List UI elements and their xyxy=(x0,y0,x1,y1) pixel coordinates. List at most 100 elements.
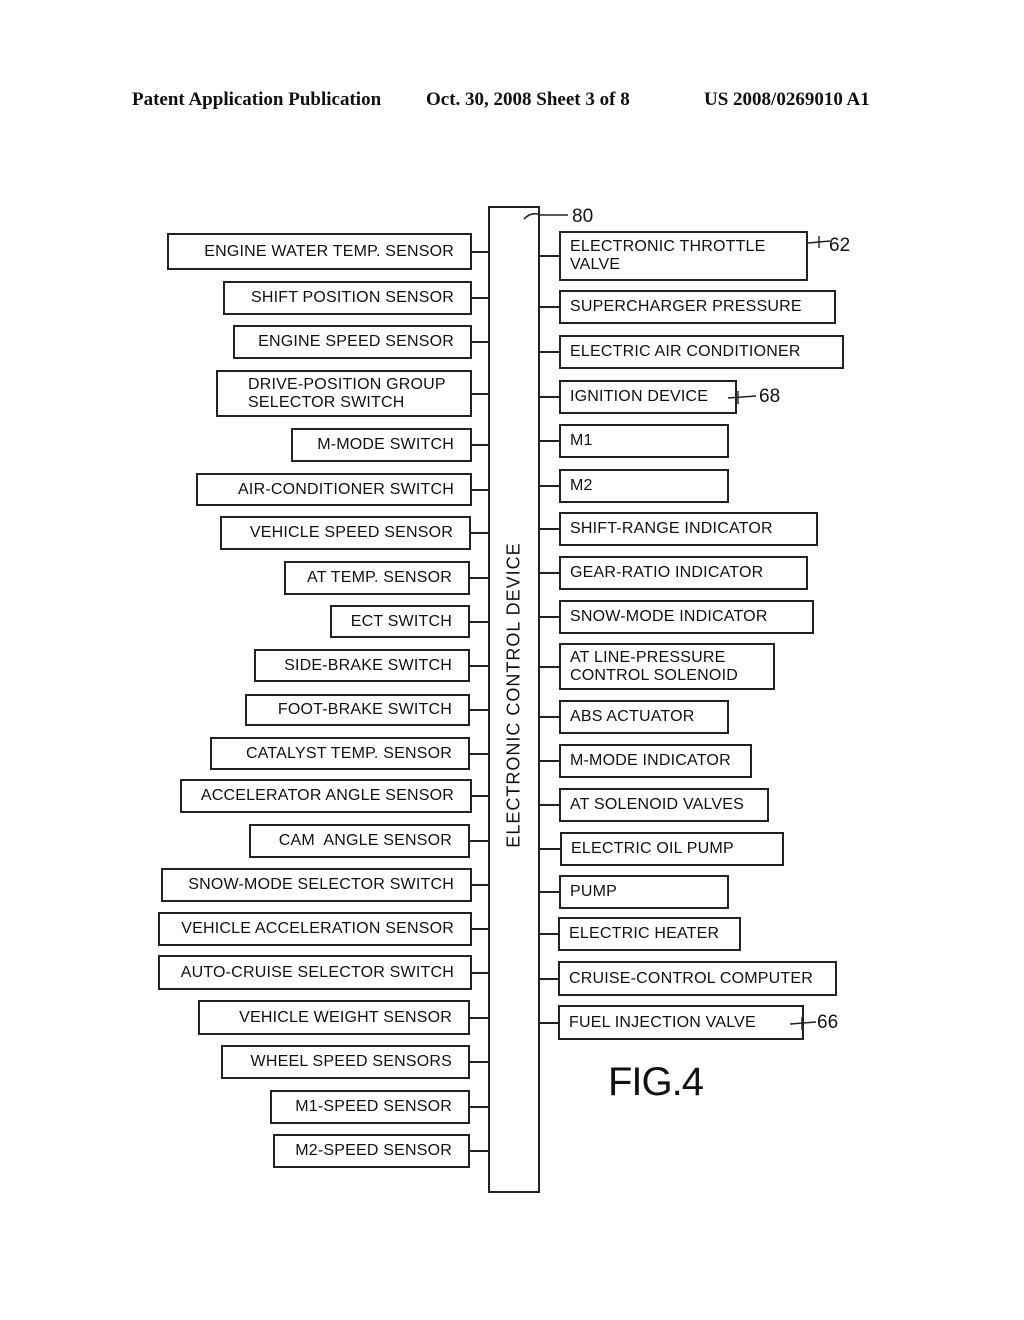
input-box-snow-mode-selector-switch: SNOW-MODE SELECTOR SWITCH xyxy=(161,868,472,902)
output-connector-line xyxy=(538,528,559,530)
output-label: SUPERCHARGER PRESSURE xyxy=(570,298,802,315)
output-label: GEAR-RATIO INDICATOR xyxy=(570,564,764,581)
input-box-shift-position-sensor: SHIFT POSITION SENSOR xyxy=(223,281,472,315)
output-connector-line xyxy=(538,616,559,618)
output-label: M-MODE INDICATOR xyxy=(570,752,731,769)
input-connector-line xyxy=(472,884,490,886)
input-box-catalyst-temp-sensor: CATALYST TEMP. SENSOR xyxy=(210,737,470,770)
output-box-m1: M1 xyxy=(559,424,729,458)
output-box-supercharger-pressure: SUPERCHARGER PRESSURE xyxy=(559,290,836,324)
output-label: ELECTRIC HEATER xyxy=(569,925,720,942)
input-box-vehicle-acceleration-sensor: VEHICLE ACCELERATION SENSOR xyxy=(158,912,472,946)
input-connector-line xyxy=(470,840,490,842)
input-box-m1-speed-sensor: M1-SPEED SENSOR xyxy=(270,1090,470,1124)
output-label: ELECTRIC OIL PUMP xyxy=(571,840,734,857)
input-box-m-mode-switch: M-MODE SWITCH xyxy=(291,428,472,462)
output-box-at-line-pressure-control-solenoid: AT LINE-PRESSURE CONTROL SOLENOID xyxy=(559,643,775,690)
input-label: DRIVE-POSITION GROUP SELECTOR SWITCH xyxy=(248,375,446,411)
input-label: ACCELERATOR ANGLE SENSOR xyxy=(200,787,454,804)
electronic-control-device-label: ELECTRONIC CONTROL DEVICE xyxy=(503,542,524,848)
output-connector-line xyxy=(538,933,558,935)
output-label: ELECTRIC AIR CONDITIONER xyxy=(570,343,801,360)
input-box-auto-cruise-selector-switch: AUTO-CRUISE SELECTOR SWITCH xyxy=(158,955,472,990)
output-connector-line xyxy=(538,978,558,980)
output-connector-line xyxy=(538,760,559,762)
input-box-accelerator-angle-sensor: ACCELERATOR ANGLE SENSOR xyxy=(180,779,472,813)
input-connector-line xyxy=(472,489,490,491)
input-box-drive-position-group-selector-switch: DRIVE-POSITION GROUP SELECTOR SWITCH xyxy=(216,370,472,417)
input-box-ect-switch: ECT SWITCH xyxy=(330,605,470,638)
input-connector-line xyxy=(472,444,490,446)
input-label: WHEEL SPEED SENSORS xyxy=(250,1053,452,1070)
output-label: AT LINE-PRESSURE CONTROL SOLENOID xyxy=(570,648,738,684)
output-box-electric-oil-pump: ELECTRIC OIL PUMP xyxy=(560,832,784,866)
output-box-pump: PUMP xyxy=(559,875,729,909)
output-box-electric-air-conditioner: ELECTRIC AIR CONDITIONER xyxy=(559,335,844,369)
input-label: FOOT-BRAKE SWITCH xyxy=(277,701,452,718)
publication-date-sheet: Oct. 30, 2008 Sheet 3 of 8 xyxy=(426,89,630,110)
ref-66-leader xyxy=(790,1017,817,1030)
output-label: CRUISE-CONTROL COMPUTER xyxy=(569,969,814,987)
ref-62: 62 xyxy=(829,235,851,256)
ref-68: 68 xyxy=(759,386,781,407)
input-box-at-temp-sensor: AT TEMP. SENSOR xyxy=(284,561,470,595)
ref-80-leader xyxy=(523,212,568,220)
output-label: PUMP xyxy=(570,883,618,900)
input-label: SHIFT POSITION SENSOR xyxy=(250,289,454,306)
output-label: M1 xyxy=(570,432,593,449)
output-box-snow-mode-indicator: SNOW-MODE INDICATOR xyxy=(559,600,814,634)
output-box-m-mode-indicator: M-MODE INDICATOR xyxy=(559,744,752,778)
output-label: M2 xyxy=(570,477,593,494)
input-label: SIDE-BRAKE SWITCH xyxy=(284,656,452,674)
figure-label: FIG.4 xyxy=(608,1060,704,1104)
output-connector-line xyxy=(538,351,559,353)
input-connector-line xyxy=(472,251,490,253)
input-label: VEHICLE ACCELERATION SENSOR xyxy=(181,920,454,937)
ref-80: 80 xyxy=(572,206,594,227)
input-connector-line xyxy=(472,393,490,395)
patent-number: US 2008/0269010 A1 xyxy=(704,89,870,110)
input-label: VEHICLE SPEED SENSOR xyxy=(249,524,453,541)
output-box-cruise-control-computer: CRUISE-CONTROL COMPUTER xyxy=(558,961,837,996)
input-connector-line xyxy=(470,621,490,623)
output-label: FUEL INJECTION VALVE xyxy=(569,1013,756,1031)
input-label: CAM ANGLE SENSOR xyxy=(278,832,452,849)
output-connector-line xyxy=(538,440,559,442)
input-label: CATALYST TEMP. SENSOR xyxy=(245,744,452,762)
output-label: SNOW-MODE INDICATOR xyxy=(570,608,768,625)
output-box-fuel-injection-valve: FUEL INJECTION VALVE xyxy=(558,1005,804,1040)
input-label: ENGINE SPEED SENSOR xyxy=(258,333,454,350)
output-connector-line xyxy=(538,804,559,806)
input-connector-line xyxy=(470,1106,490,1108)
output-connector-line xyxy=(538,848,560,850)
output-connector-line xyxy=(538,666,559,668)
input-label: AUTO-CRUISE SELECTOR SWITCH xyxy=(180,963,454,981)
input-box-air-conditioner-switch: AIR-CONDITIONER SWITCH xyxy=(196,473,472,506)
output-box-shift-range-indicator: SHIFT-RANGE INDICATOR xyxy=(559,512,818,546)
output-box-m2: M2 xyxy=(559,469,729,503)
input-connector-line xyxy=(471,532,490,534)
input-connector-line xyxy=(470,709,490,711)
input-box-vehicle-weight-sensor: VEHICLE WEIGHT SENSOR xyxy=(198,1000,470,1035)
input-box-engine-speed-sensor: ENGINE SPEED SENSOR xyxy=(233,325,472,359)
ref-68-leader xyxy=(728,391,757,404)
input-label: ECT SWITCH xyxy=(350,612,452,630)
output-box-ignition-device: IGNITION DEVICE xyxy=(559,380,737,414)
output-connector-line xyxy=(538,255,559,257)
input-connector-line xyxy=(472,928,490,930)
input-connector-line xyxy=(470,753,490,755)
input-label: M-MODE SWITCH xyxy=(317,436,454,453)
input-label: VEHICLE WEIGHT SENSOR xyxy=(239,1008,452,1026)
output-connector-line xyxy=(538,716,559,718)
output-label: ABS ACTUATOR xyxy=(570,708,695,725)
input-label: AIR-CONDITIONER SWITCH xyxy=(238,480,454,498)
input-label: ENGINE WATER TEMP. SENSOR xyxy=(204,242,454,260)
input-box-cam-angle-sensor: CAM ANGLE SENSOR xyxy=(249,824,470,858)
output-connector-line xyxy=(538,572,559,574)
output-label: SHIFT-RANGE INDICATOR xyxy=(570,520,773,537)
input-connector-line xyxy=(472,972,490,974)
input-box-m2-speed-sensor: M2-SPEED SENSOR xyxy=(273,1134,470,1168)
output-box-gear-ratio-indicator: GEAR-RATIO INDICATOR xyxy=(559,556,808,590)
output-label: ELECTRONIC THROTTLE VALVE xyxy=(570,238,766,273)
input-connector-line xyxy=(472,795,490,797)
